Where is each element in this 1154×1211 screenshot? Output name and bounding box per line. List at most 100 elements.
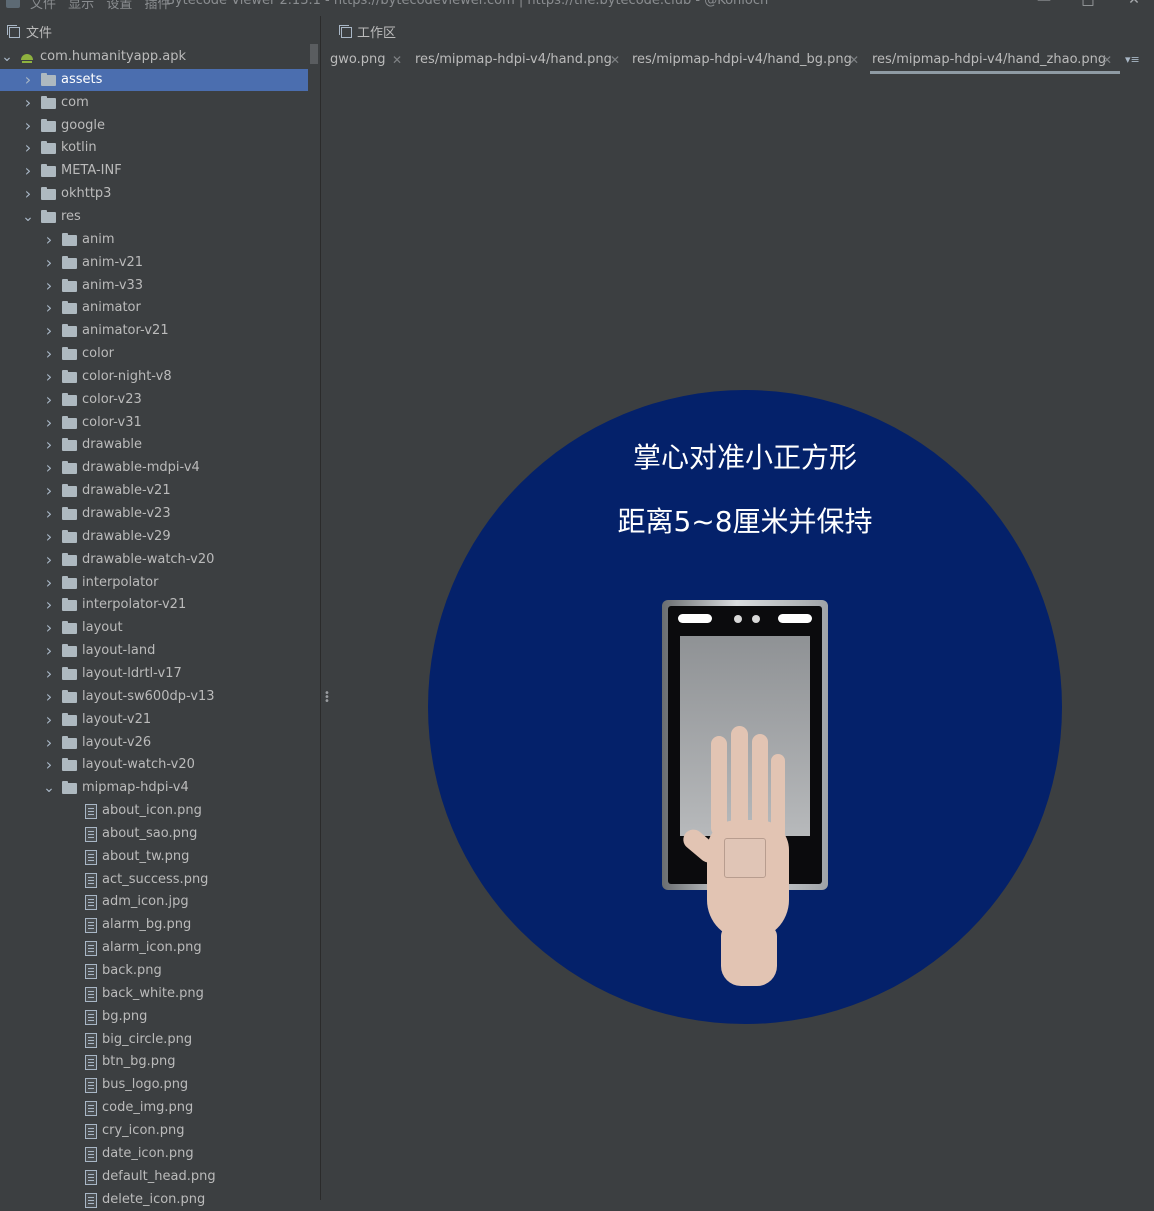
tree-item[interactable]: › layout-v26 <box>0 732 308 754</box>
tree-item[interactable]: back_white.png <box>0 983 308 1005</box>
menu-settings[interactable]: 设置 <box>106 0 132 12</box>
tab-hand[interactable]: res/mipmap-hdpi-v4/hand.png ✕ <box>415 46 620 74</box>
chevron-right-icon[interactable]: › <box>43 732 55 754</box>
chevron-right-icon[interactable]: › <box>43 275 55 297</box>
tree-item[interactable]: › drawable-v29 <box>0 526 308 548</box>
chevron-right-icon[interactable]: › <box>22 137 34 159</box>
chevron-right-icon[interactable]: › <box>43 754 55 776</box>
tab-gwo[interactable]: gwo.png ✕ <box>330 46 402 74</box>
tree-item[interactable]: bus_logo.png <box>0 1074 308 1096</box>
chevron-right-icon[interactable]: › <box>43 594 55 616</box>
chevron-right-icon[interactable]: › <box>43 229 55 251</box>
tree-item[interactable]: › color-v23 <box>0 389 308 411</box>
tab-close-icon[interactable]: ✕ <box>1102 46 1112 74</box>
tree-item[interactable]: › drawable-v21 <box>0 480 308 502</box>
tree-item[interactable]: ⌄ mipmap-hdpi-v4 <box>0 777 308 799</box>
chevron-right-icon[interactable]: › <box>22 69 34 91</box>
tree-item[interactable]: code_img.png <box>0 1097 308 1119</box>
chevron-down-icon[interactable]: ⌄ <box>1 46 13 68</box>
tree-item[interactable]: bg.png <box>0 1006 308 1028</box>
tree-item[interactable]: › com <box>0 92 308 114</box>
menu-file[interactable]: 文件 <box>30 0 56 12</box>
chevron-right-icon[interactable]: › <box>43 503 55 525</box>
tree-item[interactable]: default_head.png <box>0 1166 308 1188</box>
maximize-button[interactable]: □ <box>1078 0 1098 8</box>
tree-item[interactable]: cry_icon.png <box>0 1120 308 1142</box>
tree-item[interactable]: › interpolator <box>0 572 308 594</box>
tree-item[interactable]: › layout-watch-v20 <box>0 754 308 776</box>
chevron-right-icon[interactable]: › <box>43 549 55 571</box>
tab-close-icon[interactable]: ✕ <box>392 46 402 74</box>
tree-item[interactable]: › kotlin <box>0 137 308 159</box>
tree-item[interactable]: › layout <box>0 617 308 639</box>
chevron-right-icon[interactable]: › <box>22 92 34 114</box>
tree-item[interactable]: about_sao.png <box>0 823 308 845</box>
chevron-right-icon[interactable]: › <box>43 640 55 662</box>
tree-item[interactable]: › drawable <box>0 434 308 456</box>
tree-item[interactable]: about_icon.png <box>0 800 308 822</box>
tree-item-label: color-night-v8 <box>82 368 172 384</box>
tree-item[interactable]: alarm_icon.png <box>0 937 308 959</box>
tree-item[interactable]: › interpolator-v21 <box>0 594 308 616</box>
chevron-right-icon[interactable]: › <box>43 457 55 479</box>
tree-item[interactable]: big_circle.png <box>0 1029 308 1051</box>
tree-item[interactable]: › META-INF <box>0 160 308 182</box>
chevron-right-icon[interactable]: › <box>43 617 55 639</box>
tab-list-menu-icon[interactable]: ▾≡ <box>1125 46 1151 74</box>
tree-item[interactable]: › anim-v33 <box>0 275 308 297</box>
tree-item[interactable]: › anim-v21 <box>0 252 308 274</box>
chevron-right-icon[interactable]: › <box>43 686 55 708</box>
close-window-button[interactable]: ✕ <box>1124 0 1144 8</box>
tree-item[interactable]: back.png <box>0 960 308 982</box>
tree-item[interactable]: ⌄ com.humanityapp.apk <box>0 46 308 68</box>
chevron-down-icon[interactable]: ⌄ <box>43 777 55 799</box>
chevron-down-icon[interactable]: ⌄ <box>22 206 34 228</box>
chevron-right-icon[interactable]: › <box>43 297 55 319</box>
chevron-right-icon[interactable]: › <box>43 663 55 685</box>
tree-item[interactable]: › animator <box>0 297 308 319</box>
tree-item[interactable]: btn_bg.png <box>0 1051 308 1073</box>
tree-scrollbar-thumb[interactable] <box>310 44 318 64</box>
tree-item[interactable]: date_icon.png <box>0 1143 308 1165</box>
chevron-right-icon[interactable]: › <box>43 709 55 731</box>
chevron-right-icon[interactable]: › <box>22 115 34 137</box>
tree-item[interactable]: › drawable-v23 <box>0 503 308 525</box>
chevron-right-icon[interactable]: › <box>43 320 55 342</box>
tree-item[interactable]: › color-v31 <box>0 412 308 434</box>
chevron-right-icon[interactable]: › <box>43 252 55 274</box>
tree-item[interactable]: act_success.png <box>0 869 308 891</box>
chevron-right-icon[interactable]: › <box>43 366 55 388</box>
tree-item[interactable]: › drawable-watch-v20 <box>0 549 308 571</box>
chevron-right-icon[interactable]: › <box>43 389 55 411</box>
tree-item[interactable]: › okhttp3 <box>0 183 308 205</box>
tree-item[interactable]: alarm_bg.png <box>0 914 308 936</box>
tab-close-icon[interactable]: ✕ <box>849 46 859 74</box>
chevron-right-icon[interactable]: › <box>22 160 34 182</box>
menu-view[interactable]: 显示 <box>68 0 94 12</box>
chevron-right-icon[interactable]: › <box>22 183 34 205</box>
minimize-button[interactable]: — <box>1034 0 1054 8</box>
chevron-right-icon[interactable]: › <box>43 343 55 365</box>
tree-item[interactable]: about_tw.png <box>0 846 308 868</box>
tree-item[interactable]: › google <box>0 115 308 137</box>
tab-hand-zhao[interactable]: res/mipmap-hdpi-v4/hand_zhao.png ✕ <box>870 46 1120 74</box>
tree-item[interactable]: › anim <box>0 229 308 251</box>
chevron-right-icon[interactable]: › <box>43 480 55 502</box>
tree-item[interactable]: ⌄ res <box>0 206 308 228</box>
tree-item[interactable]: › animator-v21 <box>0 320 308 342</box>
tab-hand-bg[interactable]: res/mipmap-hdpi-v4/hand_bg.png ✕ <box>632 46 859 74</box>
tab-close-icon[interactable]: ✕ <box>610 46 620 74</box>
tree-item[interactable]: › assets <box>0 68 308 91</box>
chevron-right-icon[interactable]: › <box>43 412 55 434</box>
tree-item[interactable]: › layout-land <box>0 640 308 662</box>
chevron-right-icon[interactable]: › <box>43 572 55 594</box>
tree-item[interactable]: › layout-ldrtl-v17 <box>0 663 308 685</box>
chevron-right-icon[interactable]: › <box>43 434 55 456</box>
tree-item[interactable]: › color-night-v8 <box>0 366 308 388</box>
tree-item[interactable]: adm_icon.jpg <box>0 891 308 913</box>
tree-item[interactable]: › layout-sw600dp-v13 <box>0 686 308 708</box>
tree-item[interactable]: › drawable-mdpi-v4 <box>0 457 308 479</box>
tree-item[interactable]: › color <box>0 343 308 365</box>
tree-item[interactable]: › layout-v21 <box>0 709 308 731</box>
chevron-right-icon[interactable]: › <box>43 526 55 548</box>
